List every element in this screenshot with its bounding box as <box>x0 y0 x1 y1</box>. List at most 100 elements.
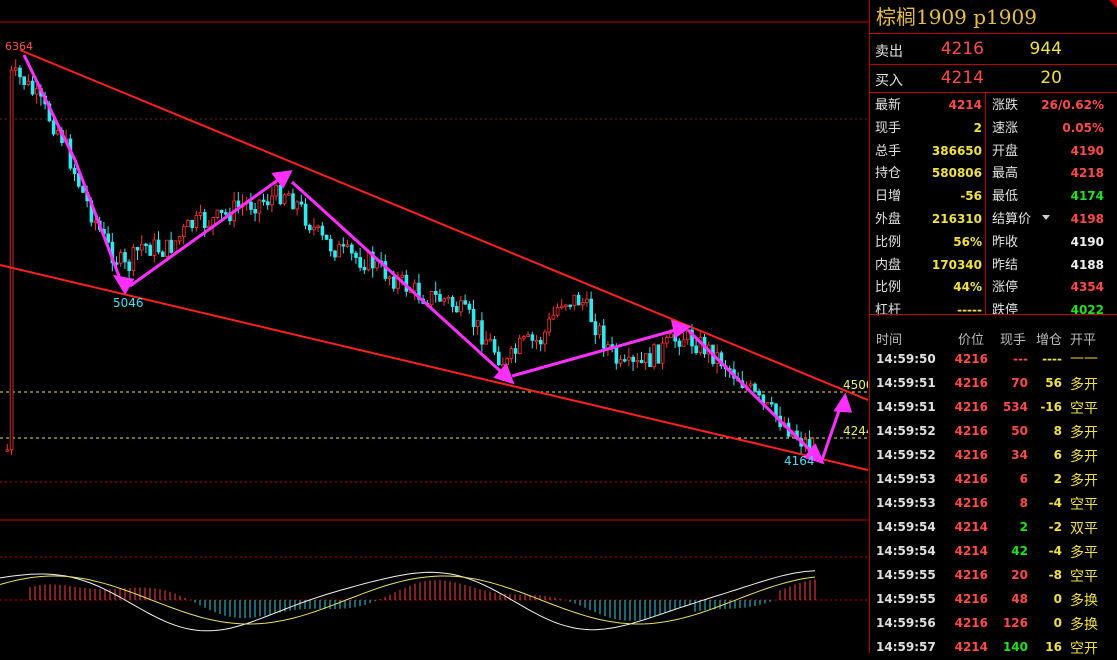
candle-body <box>127 261 132 271</box>
stat-value: 170340 <box>931 257 982 272</box>
candle-body <box>433 291 438 295</box>
candle-body <box>324 234 329 240</box>
stat-value: 26/0.62% <box>1041 98 1104 112</box>
tick-v: 126 <box>1002 616 1028 630</box>
candle-body <box>320 225 325 236</box>
tick-row[interactable]: 14:59:51 4216 70 56 多开 <box>870 372 1117 396</box>
stat-label: 日增 <box>875 189 902 205</box>
candle-body <box>148 244 153 256</box>
tick-t: 14:59:55 <box>876 592 936 606</box>
candle-body <box>450 296 455 307</box>
candle-body <box>152 239 157 256</box>
tick-z: 6 <box>1053 448 1062 462</box>
candle-body <box>644 353 648 363</box>
tick-p: 4216 <box>954 352 988 366</box>
candle-body <box>509 348 514 359</box>
candle-body <box>412 282 417 292</box>
tick-z: 2 <box>1053 472 1062 486</box>
tick-row[interactable]: 14:59:52 4216 34 6 多开 <box>870 444 1117 468</box>
tick-row[interactable]: 14:59:56 4216 126 0 多换 <box>870 612 1117 636</box>
tick-row[interactable]: 14:59:55 4216 48 0 多换 <box>870 588 1117 612</box>
ticks-column-header: 增仓 <box>1036 333 1063 348</box>
candle-body <box>543 331 547 345</box>
tick-v: 8 <box>1019 496 1028 510</box>
stat-value: 2 <box>973 120 982 135</box>
stat-label: 持仓 <box>875 166 902 182</box>
candle-body <box>30 80 35 95</box>
candle-body <box>303 203 308 226</box>
dropdown-arrow-icon[interactable] <box>1042 215 1050 220</box>
ask-row[interactable]: 卖出 4216 944 <box>870 38 1117 62</box>
candle-body <box>5 449 10 452</box>
candle-body <box>602 325 606 349</box>
arrowhead <box>833 392 853 413</box>
candle-body <box>270 195 274 206</box>
stat-value: 4354 <box>1070 280 1104 295</box>
target-label-4500: 4500 <box>843 378 868 392</box>
tick-v: 48 <box>1011 592 1028 606</box>
tick-row[interactable]: 14:59:55 4216 20 -8 空平 <box>870 564 1117 588</box>
tick-row[interactable]: 14:59:51 4216 534 -16 空平 <box>870 396 1117 420</box>
candle-body <box>454 306 459 313</box>
tick-row[interactable]: 14:59:52 4216 50 8 多开 <box>870 420 1117 444</box>
candle-body <box>429 291 434 306</box>
candle-body <box>307 224 312 231</box>
level-label-4244: 4244 <box>843 424 868 438</box>
tick-row[interactable]: 14:59:54 4214 42 -4 多平 <box>870 540 1117 564</box>
stat-label: 开盘 <box>992 143 1019 159</box>
tick-row[interactable]: 14:59:57 4214 140 16 空开 <box>870 636 1117 660</box>
candle-body <box>753 383 757 392</box>
stat-value: 4190 <box>1070 234 1104 249</box>
candle-body <box>463 300 467 305</box>
tick-t: 14:59:55 <box>876 568 936 582</box>
bid-row[interactable]: 买入 4214 20 <box>870 67 1117 91</box>
tick-v: 6 <box>1019 472 1028 486</box>
candle-body <box>677 340 682 347</box>
candle-body <box>593 321 598 336</box>
candle-body <box>72 167 77 174</box>
stat-label: 昨收 <box>992 234 1019 250</box>
stat-value: 4174 <box>1070 189 1104 204</box>
bid-label: 买入 <box>875 73 903 89</box>
low-price-label-1: 5046 <box>113 296 144 310</box>
stat-label: 外盘 <box>875 212 902 227</box>
tick-z: ---- <box>1042 352 1062 366</box>
tick-p: 4216 <box>954 496 988 510</box>
tick-p: 4214 <box>954 520 988 534</box>
contract-title[interactable]: 棕榈1909 p1909 <box>870 0 1117 34</box>
bid-volume: 20 <box>1040 68 1062 88</box>
candle-body <box>274 184 278 197</box>
candle-body <box>169 239 174 253</box>
candle-body <box>534 339 539 343</box>
candle-body <box>181 226 186 237</box>
tick-row[interactable]: 14:59:50 4216 --- ---- —— <box>870 348 1117 372</box>
tick-z: 8 <box>1053 424 1062 438</box>
candle-body <box>190 220 195 228</box>
candle-body <box>278 184 283 205</box>
tick-z: -4 <box>1048 544 1062 558</box>
candle-body <box>656 344 661 364</box>
stat-value: 4190 <box>1070 143 1104 158</box>
tick-k: 多开 <box>1070 377 1098 393</box>
ask-price: 4216 <box>940 39 984 59</box>
chart-canvas[interactable]: 6364 5046 4164 4500 4244 <box>0 0 874 653</box>
tick-v: 20 <box>1011 568 1028 582</box>
stat-label: 总手 <box>875 143 902 159</box>
candle-body <box>560 305 564 309</box>
candle-body <box>265 201 270 206</box>
candlestick-chart-area[interactable]: 6364 5046 4164 4500 4244 <box>0 0 874 653</box>
stat-label: 最新 <box>875 98 902 113</box>
candle-body <box>576 294 581 306</box>
candle-body <box>391 276 396 289</box>
tick-z: -8 <box>1048 568 1062 582</box>
tick-row[interactable]: 14:59:54 4214 2 -2 双平 <box>870 516 1117 540</box>
tick-row[interactable]: 14:59:53 4216 8 -4 空平 <box>870 492 1117 516</box>
stat-label: 比例 <box>875 280 902 296</box>
ticks-column-header: 价位 <box>958 333 985 348</box>
tick-p: 4216 <box>954 400 988 414</box>
candle-body <box>198 211 203 216</box>
candle-body <box>446 296 451 300</box>
candle-body <box>261 199 266 203</box>
tick-row[interactable]: 14:59:53 4216 6 2 多开 <box>870 468 1117 492</box>
tick-k: 多换 <box>1070 617 1098 633</box>
